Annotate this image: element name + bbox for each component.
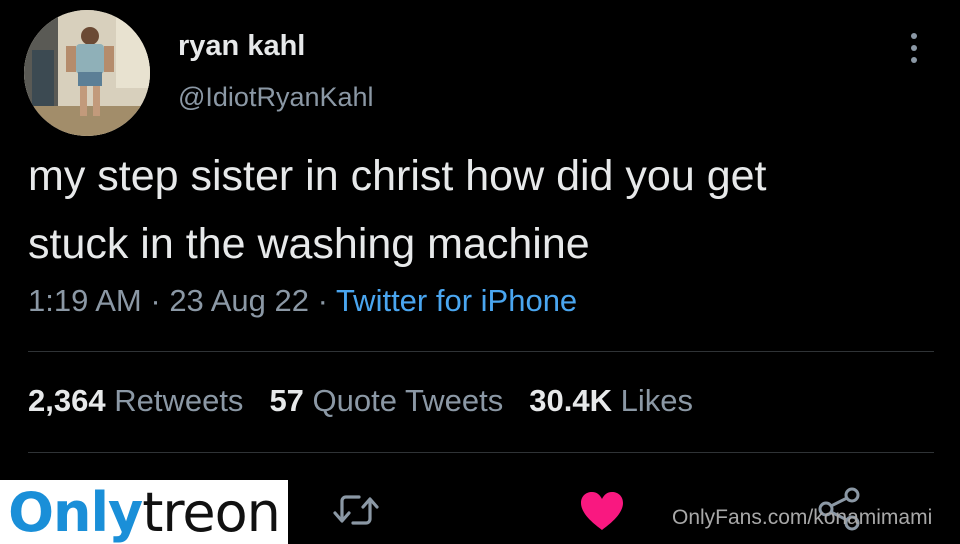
onlytreon-logo: Only treon — [0, 480, 288, 544]
logo-part-only: Only — [8, 480, 143, 544]
tweet-text-line: stuck in the washing machine — [28, 220, 590, 268]
retweets-stat[interactable]: 2,364 Retweets — [28, 383, 243, 418]
retweets-count: 2,364 — [28, 383, 106, 418]
avatar[interactable] — [24, 10, 150, 136]
likes-stat[interactable]: 30.4K Likes — [529, 383, 693, 418]
watermark: OnlyFans.com/konamimami — [672, 506, 933, 529]
quote-tweets-label: Quote Tweets — [312, 383, 504, 418]
retweets-label: Retweets — [114, 383, 244, 418]
meta-separator: · — [308, 283, 336, 318]
tweet-text: my step sister in christ how did you get… — [28, 142, 938, 278]
user-handle[interactable]: @IdiotRyanKahl — [178, 82, 374, 113]
logo-part-treon: treon — [142, 480, 281, 544]
tweet-source[interactable]: Twitter for iPhone — [336, 283, 577, 318]
display-name[interactable]: ryan kahl — [178, 30, 305, 63]
tweet-stats: 2,364 Retweets 57 Quote Tweets 30.4K Likes — [28, 383, 719, 419]
meta-separator: · — [141, 283, 170, 318]
quote-tweets-count: 57 — [269, 383, 304, 418]
avatar-photo — [24, 10, 150, 136]
divider — [28, 351, 934, 352]
divider — [28, 452, 934, 453]
tweet-date[interactable]: 23 Aug 22 — [169, 283, 309, 318]
heart-icon[interactable] — [578, 490, 626, 532]
more-vertical-icon[interactable] — [906, 30, 922, 66]
tweet-meta: 1:19 AM · 23 Aug 22 · Twitter for iPhone — [28, 283, 577, 319]
quote-tweets-stat[interactable]: 57 Quote Tweets — [269, 383, 503, 418]
likes-label: Likes — [620, 383, 693, 418]
likes-count: 30.4K — [529, 383, 612, 418]
tweet-text-line: my step sister in christ how did you get — [28, 152, 767, 200]
retweet-icon[interactable] — [330, 490, 382, 530]
tweet-time[interactable]: 1:19 AM — [28, 283, 142, 318]
